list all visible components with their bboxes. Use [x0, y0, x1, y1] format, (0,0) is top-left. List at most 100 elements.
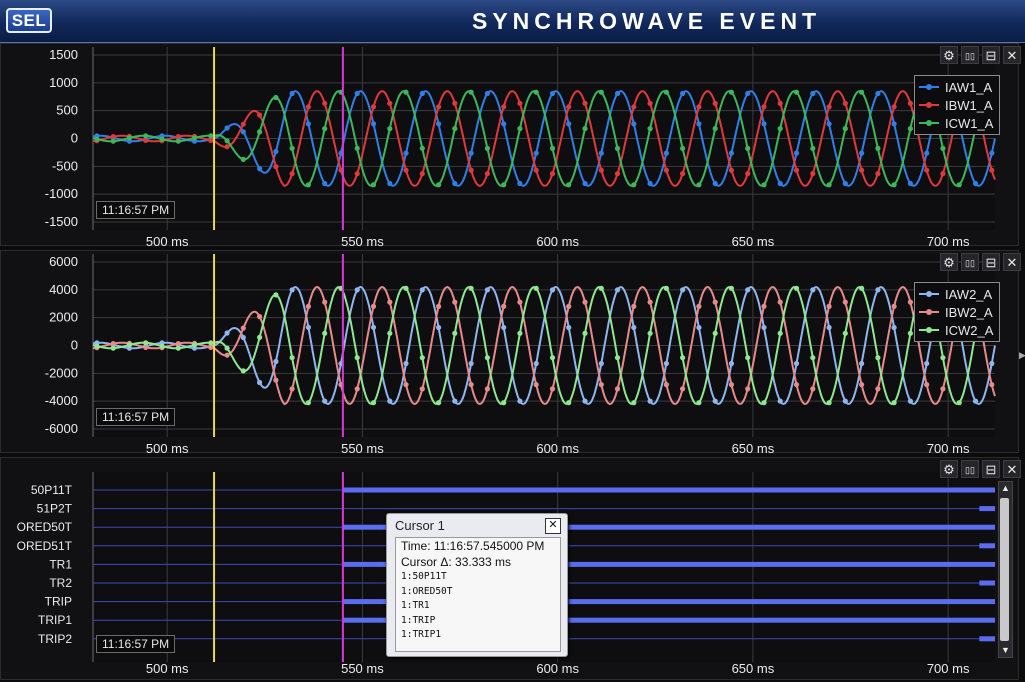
- sample-point: [436, 400, 442, 406]
- sample-point: [224, 352, 230, 358]
- sample-point: [940, 386, 946, 392]
- sample-point: [419, 145, 425, 151]
- sample-point: [728, 167, 735, 173]
- expand-arrow-icon[interactable]: ▶: [1019, 350, 1025, 364]
- sample-point: [387, 299, 393, 305]
- sample-point: [354, 355, 360, 361]
- sample-point: [614, 355, 621, 361]
- x-tick-label: 600 ms: [536, 661, 579, 676]
- sample-point: [419, 90, 425, 97]
- scrollbar-thumb[interactable]: [1000, 498, 1009, 641]
- digital-asserted-bar: [342, 487, 995, 493]
- legend-item[interactable]: IBW1_A: [919, 96, 993, 114]
- sample-point: [875, 171, 881, 177]
- legend-label: ICW1_A: [945, 115, 994, 131]
- x-tick-label: 550 ms: [341, 441, 384, 454]
- sample-point: [907, 126, 914, 132]
- sample-point: [322, 299, 328, 305]
- sample-point: [240, 368, 246, 374]
- sample-point: [793, 285, 800, 291]
- close-panel-icon[interactable]: ✕: [1003, 460, 1021, 478]
- sample-point: [842, 126, 848, 132]
- legend-item[interactable]: ICW1_A: [919, 114, 993, 132]
- sample-point: [761, 121, 767, 127]
- sample-point: [566, 324, 572, 331]
- sample-point: [631, 182, 637, 188]
- asserted-element: 1:TRIP1: [401, 629, 442, 640]
- legend-label: IBW1_A: [945, 97, 993, 113]
- sample-point: [777, 330, 783, 336]
- close-icon[interactable]: ✕: [545, 518, 561, 534]
- scroll-up-icon[interactable]: ▲: [999, 482, 1012, 495]
- sample-point: [972, 180, 979, 187]
- x-tick-label: 650 ms: [732, 234, 775, 247]
- settings-gear-icon[interactable]: ⚙: [940, 253, 958, 271]
- sample-point: [224, 330, 230, 336]
- sample-point: [566, 303, 572, 309]
- digital-channel-label: ORED50T: [17, 520, 73, 534]
- sample-point: [191, 135, 198, 141]
- sample-point: [257, 314, 263, 320]
- split-horizontal-icon[interactable]: ▯▯: [961, 253, 979, 271]
- sample-point: [745, 171, 751, 177]
- sample-point: [484, 90, 490, 97]
- split-vertical-icon[interactable]: ⊟: [982, 253, 1000, 271]
- split-vertical-icon[interactable]: ⊟: [982, 460, 1000, 478]
- legend-item[interactable]: IAW1_A: [919, 78, 993, 96]
- sample-point: [159, 136, 165, 142]
- sample-point: [370, 182, 377, 188]
- sample-point: [273, 164, 279, 170]
- sample-point: [663, 150, 670, 156]
- close-panel-icon[interactable]: ✕: [1003, 46, 1021, 64]
- sample-point: [533, 89, 539, 95]
- sample-point: [940, 355, 946, 361]
- sample-point: [810, 171, 816, 177]
- sample-point: [517, 299, 523, 305]
- sample-point: [631, 303, 637, 309]
- sample-point: [289, 355, 295, 361]
- y-tick-label: 2000: [49, 310, 78, 325]
- y-tick-label: 0: [71, 131, 78, 146]
- settings-gear-icon[interactable]: ⚙: [940, 46, 958, 64]
- sample-point: [517, 126, 523, 132]
- cursor-popup[interactable]: Cursor 1 ✕ Time: 11:16:57.545000 PM Curs…: [386, 513, 568, 657]
- sample-point: [305, 182, 311, 188]
- sample-point: [305, 400, 311, 406]
- sample-point: [875, 386, 881, 392]
- sample-point: [989, 382, 995, 388]
- sample-point: [468, 89, 474, 95]
- sample-point: [728, 382, 735, 388]
- sample-point: [289, 90, 295, 97]
- chart-1-legend: IAW1_A IBW1_A ICW1_A: [914, 75, 1001, 135]
- split-vertical-icon[interactable]: ⊟: [982, 46, 1000, 64]
- sample-point: [614, 145, 621, 151]
- sample-point: [907, 299, 914, 305]
- sample-point: [403, 285, 409, 291]
- sample-point: [826, 303, 832, 309]
- legend-item[interactable]: ICW2_A: [919, 321, 993, 339]
- x-tick-label: 600 ms: [536, 234, 579, 247]
- sample-point: [452, 126, 458, 132]
- digital-asserted-bar: [979, 543, 995, 549]
- y-tick-label: 6000: [49, 254, 78, 269]
- asserted-element: 1:TRIP: [401, 614, 436, 626]
- split-horizontal-icon[interactable]: ▯▯: [961, 460, 979, 478]
- sample-point: [777, 398, 783, 404]
- split-horizontal-icon[interactable]: ▯▯: [961, 46, 979, 64]
- sample-point: [793, 360, 800, 367]
- legend-item[interactable]: IBW2_A: [919, 303, 993, 321]
- legend-item[interactable]: IAW2_A: [919, 285, 993, 303]
- scroll-down-icon[interactable]: ▼: [999, 644, 1012, 657]
- sample-point: [598, 167, 604, 173]
- settings-gear-icon[interactable]: ⚙: [940, 460, 958, 478]
- sample-point: [419, 355, 425, 361]
- sample-point: [452, 100, 458, 106]
- sample-point: [631, 324, 637, 331]
- sample-point: [826, 324, 832, 331]
- sample-point: [289, 171, 295, 177]
- sample-point: [517, 180, 523, 187]
- close-panel-icon[interactable]: ✕: [1003, 253, 1021, 271]
- sample-point: [354, 171, 360, 177]
- sample-point: [517, 398, 523, 404]
- digital-scrollbar[interactable]: ▲ ▼: [998, 481, 1013, 658]
